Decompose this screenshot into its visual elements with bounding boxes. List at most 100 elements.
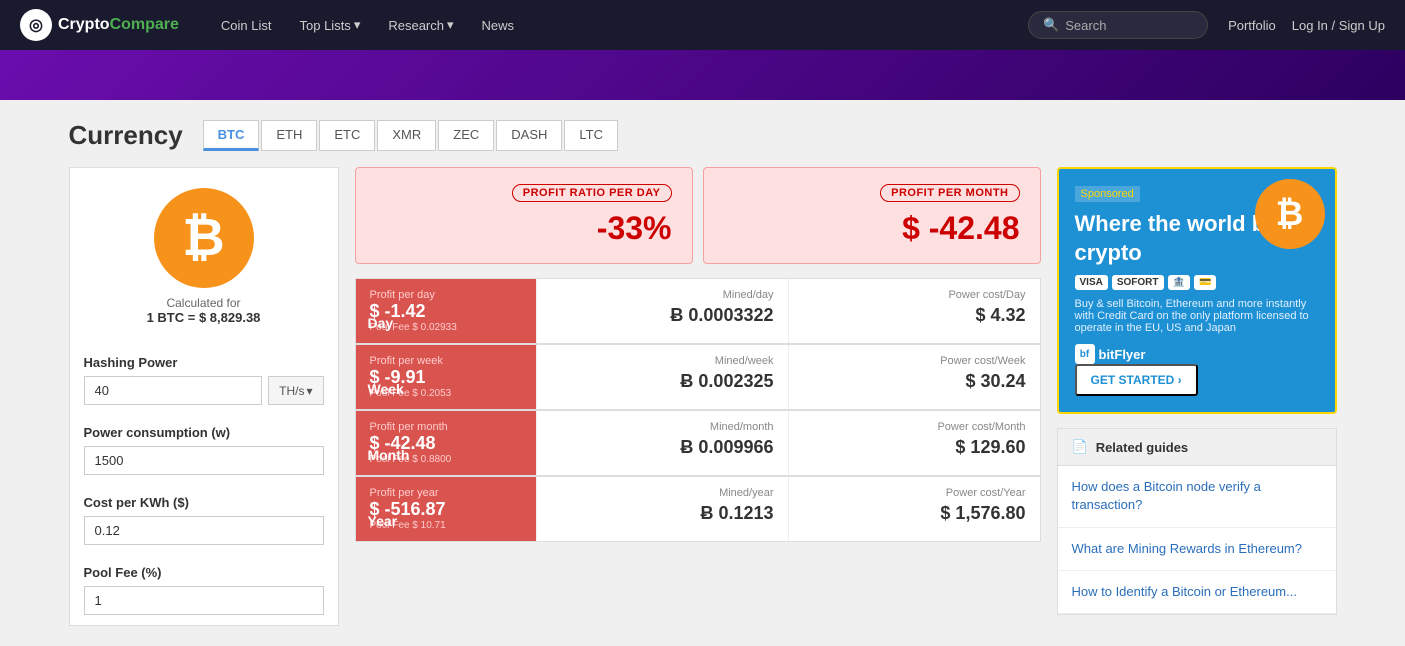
nav-links: Coin List Top Lists ▾ Research ▾ News	[209, 11, 1018, 39]
mined-label: Mined/week	[551, 355, 774, 367]
ad-description: Buy & sell Bitcoin, Ethereum and more in…	[1075, 298, 1319, 334]
profit-summary: PROFIT RATIO PER DAY -33% PROFIT PER MON…	[355, 167, 1041, 264]
power-consumption-input[interactable]	[84, 446, 324, 475]
navbar: ◎ CryptoCompare Coin List Top Lists ▾ Re…	[0, 0, 1405, 50]
period-cell: Profit per day $ -1.42 Pool Fee $ 0.0293…	[356, 279, 536, 343]
mined-label: Mined/year	[551, 487, 774, 499]
auth-link[interactable]: Log In / Sign Up	[1292, 18, 1385, 33]
profit-ratio-label: PROFIT RATIO PER DAY	[512, 184, 672, 202]
left-panel: ₿ Calculated for 1 BTC = $ 8,829.38 Hash…	[69, 167, 339, 626]
chevron-down-icon: ▾	[447, 17, 454, 33]
pool-fee-input[interactable]	[84, 586, 324, 615]
profit-label: Profit per week	[370, 355, 522, 367]
period-name: Week	[368, 381, 404, 397]
period-cell: Profit per week $ -9.91 Pool Fee $ 0.205…	[356, 345, 536, 409]
power-cost-label: Power cost/Day	[803, 289, 1026, 301]
table-row: Profit per month $ -42.48 Pool Fee $ 0.8…	[355, 410, 1041, 476]
tab-zec[interactable]: ZEC	[438, 120, 494, 151]
nav-top-lists[interactable]: Top Lists ▾	[288, 11, 373, 39]
guides-title: Related guides	[1096, 440, 1188, 455]
mined-cell: Mined/week Ƀ 0.002325	[536, 345, 788, 409]
mined-label: Mined/day	[551, 289, 774, 301]
nav-research[interactable]: Research ▾	[376, 11, 465, 39]
period-name: Month	[368, 447, 410, 463]
right-panel: Sponsored Where the world buys crypto VI…	[1057, 167, 1337, 626]
hashing-unit-selector[interactable]: TH/s ▾	[268, 376, 323, 405]
mined-label: Mined/month	[551, 421, 774, 433]
document-icon: 📄	[1072, 439, 1088, 455]
hashing-power-input[interactable]	[84, 376, 263, 405]
guides-box: 📄 Related guides How does a Bitcoin node…	[1057, 428, 1337, 615]
power-cost-cell: Power cost/Year $ 1,576.80	[788, 477, 1040, 541]
table-row: Profit per year $ -516.87 Pool Fee $ 10.…	[355, 476, 1041, 542]
ad-sponsored-label: Sponsored	[1075, 186, 1140, 202]
currency-header: Currency BTC ETH ETC XMR ZEC DASH LTC	[69, 120, 1337, 151]
profit-ratio-box: PROFIT RATIO PER DAY -33%	[355, 167, 693, 264]
profit-label: Profit per year	[370, 487, 522, 499]
tab-btc[interactable]: BTC	[203, 120, 260, 151]
logo-text: CryptoCompare	[58, 16, 179, 34]
coin-icon-area: ₿ Calculated for 1 BTC = $ 8,829.38	[70, 168, 338, 345]
unit-label: TH/s	[279, 384, 304, 398]
tab-ltc[interactable]: LTC	[564, 120, 618, 151]
power-cost-value: $ 129.60	[803, 437, 1026, 458]
ad-logo: bf bitFlyer	[1075, 344, 1319, 364]
chevron-down-icon: ▾	[306, 384, 312, 398]
main-grid: ₿ Calculated for 1 BTC = $ 8,829.38 Hash…	[69, 167, 1337, 626]
portfolio-link[interactable]: Portfolio	[1228, 18, 1276, 33]
search-bar[interactable]: 🔍 Search	[1028, 11, 1208, 39]
search-placeholder: Search	[1065, 18, 1106, 33]
sofort-icon: SOFORT	[1112, 275, 1164, 290]
guide-item[interactable]: What are Mining Rewards in Ethereum?	[1058, 528, 1336, 571]
card-icon: 💳	[1194, 275, 1216, 290]
logo[interactable]: ◎ CryptoCompare	[20, 9, 179, 41]
mined-cell: Mined/year Ƀ 0.1213	[536, 477, 788, 541]
cost-per-kwh-group: Cost per KWh ($)	[70, 485, 338, 555]
period-cell: Profit per year $ -516.87 Pool Fee $ 10.…	[356, 477, 536, 541]
chevron-down-icon: ▾	[354, 17, 361, 33]
cost-per-kwh-label: Cost per KWh ($)	[84, 495, 324, 510]
power-cost-value: $ 4.32	[803, 305, 1026, 326]
power-cost-cell: Power cost/Day $ 4.32	[788, 279, 1040, 343]
ad-cta-button[interactable]: GET STARTED ›	[1075, 364, 1198, 396]
profit-month-box: PROFIT PER MONTH $ -42.48	[703, 167, 1041, 264]
guide-item[interactable]: How does a Bitcoin node verify a transac…	[1058, 466, 1336, 527]
profit-month-label: PROFIT PER MONTH	[880, 184, 1019, 202]
power-cost-cell: Power cost/Month $ 129.60	[788, 411, 1040, 475]
profit-ratio-value: -33%	[376, 210, 672, 247]
power-cost-label: Power cost/Year	[803, 487, 1026, 499]
guides-header: 📄 Related guides	[1058, 429, 1336, 466]
mined-cell: Mined/day Ƀ 0.0003322	[536, 279, 788, 343]
calc-value: 1 BTC = $ 8,829.38	[147, 310, 261, 325]
nav-right: Portfolio Log In / Sign Up	[1228, 18, 1385, 33]
search-icon: 🔍	[1043, 17, 1059, 33]
pool-fee-label: Pool Fee (%)	[84, 565, 324, 580]
nav-news[interactable]: News	[470, 12, 527, 39]
mined-cell: Mined/month Ƀ 0.009966	[536, 411, 788, 475]
tab-xmr[interactable]: XMR	[377, 120, 436, 151]
content: Currency BTC ETH ETC XMR ZEC DASH LTC ₿ …	[53, 100, 1353, 646]
power-cost-value: $ 1,576.80	[803, 503, 1026, 524]
cost-per-kwh-input[interactable]	[84, 516, 324, 545]
bitflyer-logo-text: bitFlyer	[1099, 347, 1146, 362]
center-panel: PROFIT RATIO PER DAY -33% PROFIT PER MON…	[355, 167, 1041, 626]
mined-value: Ƀ 0.009966	[551, 437, 774, 458]
visa-icon: VISA	[1075, 275, 1108, 290]
currency-tabs: BTC ETH ETC XMR ZEC DASH LTC	[203, 120, 618, 151]
nav-coin-list[interactable]: Coin List	[209, 12, 284, 39]
guide-item[interactable]: How to Identify a Bitcoin or Ethereum...	[1058, 571, 1336, 614]
ad-payment-icons: VISA SOFORT 🏦 💳	[1075, 275, 1319, 290]
logo-icon: ◎	[20, 9, 52, 41]
page-title: Currency	[69, 120, 183, 151]
tab-dash[interactable]: DASH	[496, 120, 562, 151]
period-name: Year	[368, 513, 398, 529]
period-cell: Profit per month $ -42.48 Pool Fee $ 0.8…	[356, 411, 536, 475]
tab-etc[interactable]: ETC	[319, 120, 375, 151]
btc-icon: ₿	[154, 188, 254, 288]
bank-icon: 🏦	[1168, 275, 1190, 290]
ad-btc-circle: ₿	[1255, 179, 1325, 249]
tab-eth[interactable]: ETH	[261, 120, 317, 151]
table-row: Profit per week $ -9.91 Pool Fee $ 0.205…	[355, 344, 1041, 410]
mined-value: Ƀ 0.0003322	[551, 305, 774, 326]
table-row: Profit per day $ -1.42 Pool Fee $ 0.0293…	[355, 278, 1041, 344]
